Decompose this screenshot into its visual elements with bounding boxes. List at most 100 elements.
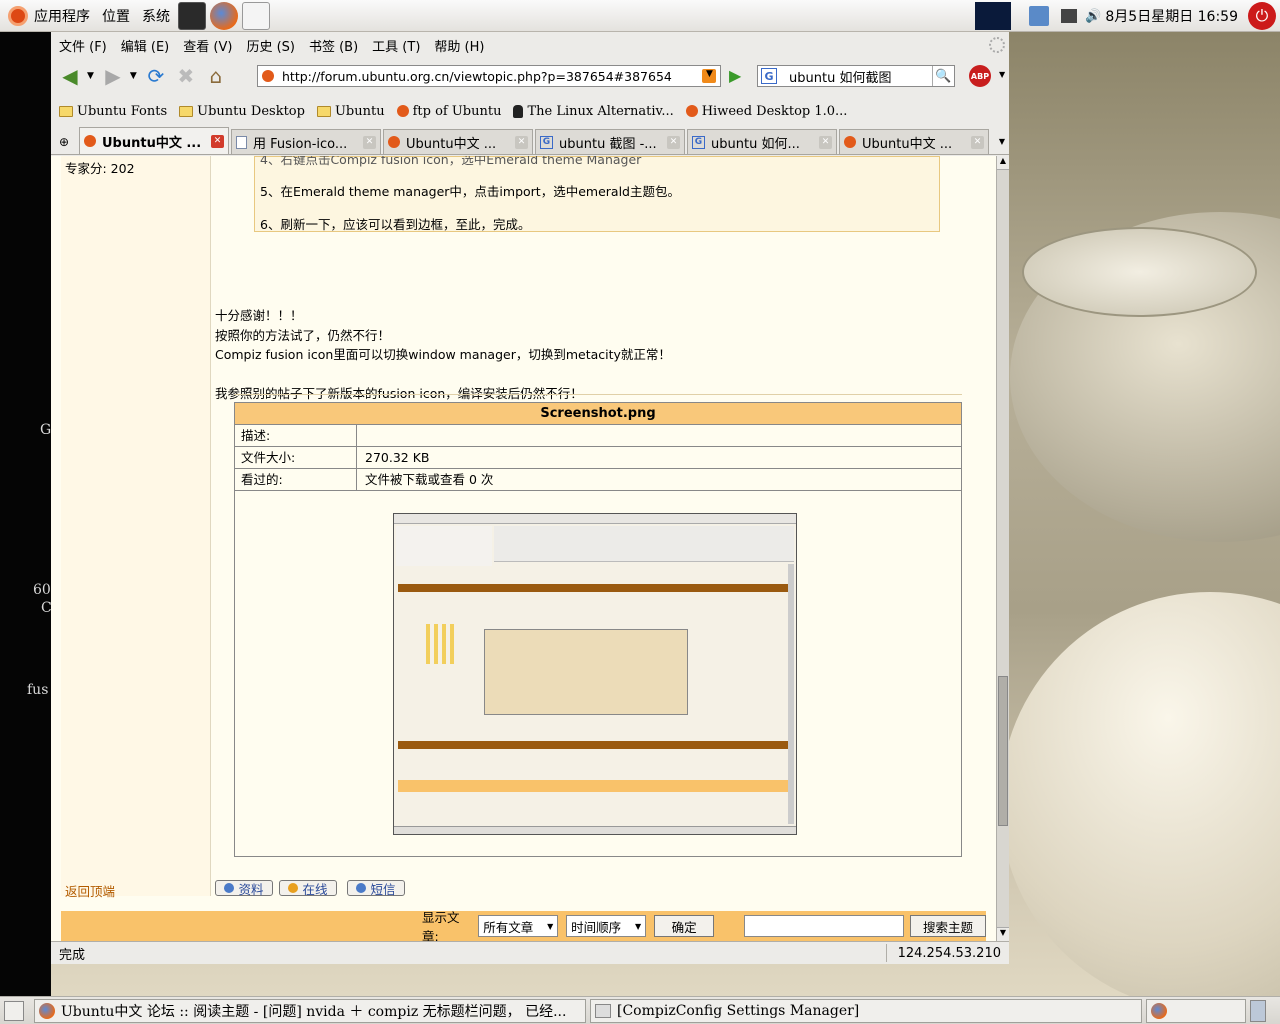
ubuntu-favicon-icon <box>84 135 96 147</box>
menu-history[interactable]: 历史 (S) <box>246 36 295 55</box>
posts-select[interactable]: 所有文章 ▼ <box>478 915 559 937</box>
desktop-disc-bottom <box>1000 592 1280 996</box>
system-menu[interactable]: 系统 <box>142 6 170 26</box>
menu-edit[interactable]: 编辑 (E) <box>121 36 170 55</box>
page-content: 专家分: 202 返回顶端 4、右键点击Compiz fusion icon，选… <box>51 156 996 941</box>
menu-file[interactable]: 文件 (F) <box>59 36 107 55</box>
home-icon[interactable]: ⌂ <box>203 63 229 89</box>
show-posts-label: 显示文章: <box>422 910 460 941</box>
show-desktop-icon[interactable] <box>4 1000 24 1021</box>
order-select[interactable]: 时间顺序 ▼ <box>566 915 647 937</box>
tab-list-dropdown-icon[interactable]: ▼ <box>995 129 1009 154</box>
chevron-down-icon: ▼ <box>547 921 554 931</box>
search-input[interactable]: ubuntu 如何截图 <box>789 67 891 86</box>
back-to-top-link[interactable]: 返回顶端 <box>65 881 115 900</box>
status-ip: 124.254.53.210 <box>897 945 1001 961</box>
clock[interactable]: 8月5日星期日 16:59 <box>1105 6 1238 26</box>
bookmark-label: Hiweed Desktop 1.0... <box>701 103 848 119</box>
desktop-text-1: G <box>40 422 52 438</box>
url-dropdown-icon[interactable]: ▼ <box>706 69 713 79</box>
forward-dropdown-icon[interactable]: ▼ <box>130 71 137 81</box>
ubuntu-logo-icon[interactable] <box>8 5 28 26</box>
menu-tools[interactable]: 工具 (T) <box>372 36 420 55</box>
bookmark-hiweed-desktop[interactable]: Hiweed Desktop 1.0... <box>685 103 848 119</box>
back-dropdown-icon[interactable]: ▼ <box>87 71 94 81</box>
post-author-column: 专家分: 202 返回顶端 <box>61 156 211 899</box>
message-button[interactable]: 短信 <box>347 880 405 897</box>
menu-help[interactable]: 帮助 (H) <box>434 36 484 55</box>
scroll-down-icon[interactable]: ▼ <box>997 927 1009 941</box>
tab-label: ubuntu 截图 -... <box>559 136 657 152</box>
topic-footer-bar: 显示文章: 所有文章 ▼ 时间顺序 ▼ 确定 搜索主题 <box>61 910 986 941</box>
search-topic-button[interactable]: 搜索主题 <box>910 915 986 937</box>
applications-menu[interactable]: 应用程序 <box>34 6 90 26</box>
screenshot-thumbnail[interactable] <box>393 513 797 835</box>
tab-1[interactable]: Ubuntu中文 ... ✕ <box>79 127 229 154</box>
url-bar[interactable]: http://forum.ubuntu.org.cn/viewtopic.php… <box>257 65 721 87</box>
places-menu[interactable]: 位置 <box>102 6 130 26</box>
forward-button-icon[interactable]: ▶ <box>100 63 126 89</box>
topic-search-input[interactable] <box>744 915 905 937</box>
confirm-button[interactable]: 确定 <box>654 915 715 937</box>
google-favicon-icon: G <box>692 135 705 149</box>
tab-3[interactable]: Ubuntu中文 ... ✕ <box>383 129 533 154</box>
bookmark-ubuntu-desktop[interactable]: Ubuntu Desktop <box>179 104 305 119</box>
scroll-thumb[interactable] <box>998 676 1008 826</box>
go-icon[interactable]: ▶ <box>729 66 741 85</box>
tab-4[interactable]: Gubuntu 截图 -... ✕ <box>535 129 685 154</box>
tab-2[interactable]: 用 Fusion-ico... ✕ <box>231 129 381 154</box>
quote-box: 4、右键点击Compiz fusion icon，选中Emerald theme… <box>254 156 940 232</box>
profile-button[interactable]: 资料 <box>215 880 273 897</box>
tab-6[interactable]: Ubuntu中文 ... ✕ <box>839 129 989 154</box>
network-icon[interactable] <box>1029 6 1050 26</box>
volume-icon[interactable]: 🔊 <box>1085 9 1101 24</box>
bottom-panel: Ubuntu中文 论坛 :: 阅读主题 - [问题] nvida ＋ compi… <box>0 996 1280 1024</box>
search-engine-icon[interactable]: G <box>761 68 777 84</box>
status-text: 完成 <box>59 947 86 963</box>
scroll-up-icon[interactable]: ▲ <box>997 156 1009 170</box>
tab-close-icon[interactable]: ✕ <box>971 135 984 149</box>
tab-close-icon[interactable]: ✕ <box>819 135 832 149</box>
terminal-icon[interactable] <box>178 1 206 30</box>
firefox-icon[interactable] <box>210 1 238 30</box>
power-icon[interactable]: ⏻ <box>1248 2 1276 30</box>
thumb-taskbar <box>394 826 796 834</box>
search-magnifier-icon[interactable]: 🔍 <box>932 66 954 86</box>
taskbar-item-empty[interactable] <box>1146 998 1246 1023</box>
system-monitor-icon[interactable] <box>975 2 1012 30</box>
adblock-dropdown-icon[interactable]: ▼ <box>999 70 1005 79</box>
bookmark-linux-alternative[interactable]: The Linux Alternativ... <box>513 104 674 119</box>
adblock-icon[interactable]: ABP <box>969 65 991 87</box>
tab-close-icon[interactable]: ✕ <box>515 135 528 149</box>
menu-bookmarks[interactable]: 书签 (B) <box>309 36 358 55</box>
mail-icon[interactable] <box>242 1 270 30</box>
tab-close-icon[interactable]: ✕ <box>363 135 376 149</box>
settings-icon <box>595 1003 611 1018</box>
thumb-editor <box>484 629 688 715</box>
display-icon[interactable] <box>1061 9 1078 23</box>
url-text[interactable]: http://forum.ubuntu.org.cn/viewtopic.php… <box>282 69 672 84</box>
tab-close-icon[interactable]: ✕ <box>211 134 224 148</box>
bookmark-ftp-of-ubuntu[interactable]: ftp of Ubuntu <box>396 104 501 119</box>
stop-icon[interactable]: ✖ <box>173 63 199 89</box>
back-button-icon[interactable]: ◀ <box>57 63 83 89</box>
new-tab-icon[interactable]: ⊕ <box>51 129 77 154</box>
tab-5[interactable]: Gubuntu 如何... ✕ <box>687 129 837 154</box>
bookmark-ubuntu[interactable]: Ubuntu <box>316 104 385 119</box>
bookmark-ubuntu-fonts[interactable]: Ubuntu Fonts <box>59 104 167 119</box>
page-scrollbar[interactable]: ▲ ▼ <box>996 156 1009 941</box>
taskbar-item-label: Ubuntu中文 论坛 :: 阅读主题 - [问题] nvida ＋ compi… <box>61 1003 567 1020</box>
reload-icon[interactable]: ⟳ <box>143 63 169 89</box>
workspace-switcher[interactable] <box>1250 999 1266 1022</box>
search-bar[interactable]: G ubuntu 如何截图 🔍 <box>757 65 955 87</box>
taskbar-item-label: [CompizConfig Settings Manager] <box>617 1002 860 1019</box>
thumb-header-bar-2 <box>398 741 788 749</box>
expert-score: 专家分: 202 <box>65 161 135 176</box>
bookmark-label: Ubuntu Desktop <box>197 103 305 119</box>
thumb-smileys <box>426 624 456 664</box>
tab-close-icon[interactable]: ✕ <box>667 135 680 149</box>
taskbar-item-firefox[interactable]: Ubuntu中文 论坛 :: 阅读主题 - [问题] nvida ＋ compi… <box>34 998 586 1023</box>
menu-view[interactable]: 查看 (V) <box>183 36 232 55</box>
taskbar-item-ccsm[interactable]: [CompizConfig Settings Manager] <box>590 998 1142 1023</box>
online-button[interactable]: 在线 <box>279 880 337 897</box>
